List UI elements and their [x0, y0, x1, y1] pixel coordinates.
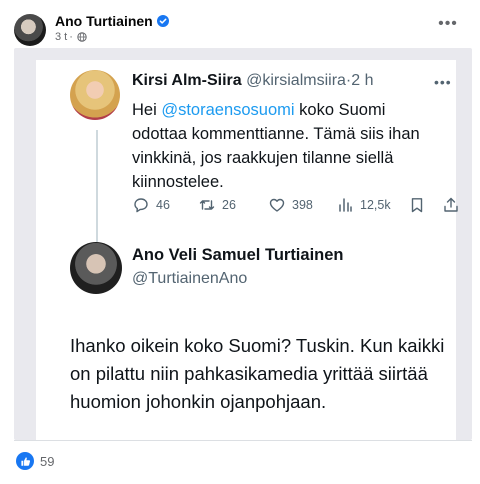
heart-icon [269, 198, 285, 212]
tweet2-name: Ano Veli Samuel Turtiainen [132, 246, 344, 264]
tweet1-text: Hei @storaensosuomi koko Suomi odottaa k… [132, 98, 432, 194]
bookmark-action [408, 196, 426, 214]
tweet1-avatar [70, 70, 120, 120]
retweet-action: 26 [198, 196, 236, 214]
views-action: 12,5k [336, 196, 391, 214]
tweet2-avatar [70, 242, 122, 294]
reaction-count: 59 [40, 453, 55, 469]
tweet1-actions: 46 26 398 12,5k [132, 196, 458, 220]
more-options-icon[interactable]: ••• [436, 12, 460, 36]
retweet-icon [199, 200, 215, 210]
share-action [442, 196, 460, 214]
bookmark-icon [411, 198, 423, 213]
post-meta: 3 t · [55, 31, 87, 43]
views-chart-icon [339, 198, 352, 212]
post-header: Ano Turtiainen 3 t · ••• [0, 0, 480, 48]
like-action: 398 [268, 196, 313, 214]
views-count: 12,5k [360, 198, 391, 212]
tweet1-time: 2 h [351, 72, 374, 89]
verified-badge-icon [156, 15, 169, 27]
tweet1-mention: @storaensosuomi [161, 101, 295, 119]
footer-divider [14, 440, 472, 441]
tweet2-handle: @TurtiainenAno [132, 270, 248, 287]
reactions-summary[interactable]: 59 [16, 452, 54, 470]
tweet1-header: Kirsi Alm-Siira @kirsialmsiira·2 h [132, 72, 374, 90]
reply-icon [134, 198, 148, 213]
globe-icon [77, 32, 87, 42]
thread-line [96, 130, 98, 242]
tweet1-more-icon: ••• [434, 74, 452, 90]
like-reaction-icon [16, 452, 34, 470]
tweet2-text: Ihanko oikein koko Suomi? Tuskin. Kun ka… [70, 335, 445, 412]
reply-action: 46 [132, 196, 170, 214]
embedded-screenshot: Kirsi Alm-Siira @kirsialmsiira·2 h ••• H… [14, 48, 472, 440]
share-icon [444, 197, 458, 212]
post-time[interactable]: 3 t [55, 31, 67, 43]
author-avatar[interactable] [14, 14, 46, 46]
tweet1-handle: @kirsialmsiira [246, 72, 346, 89]
like-count-tweet: 398 [292, 198, 313, 212]
tweet1-text-start: Hei [132, 101, 162, 119]
tweet1-name: Kirsi Alm-Siira [132, 72, 242, 89]
author-name[interactable]: Ano Turtiainen [55, 13, 153, 29]
meta-separator: · [69, 31, 73, 43]
tweet-card: Kirsi Alm-Siira @kirsialmsiira·2 h ••• H… [36, 60, 458, 440]
author-name-row: Ano Turtiainen [55, 13, 169, 29]
reply-count: 46 [156, 198, 170, 212]
retweet-count: 26 [222, 198, 236, 212]
